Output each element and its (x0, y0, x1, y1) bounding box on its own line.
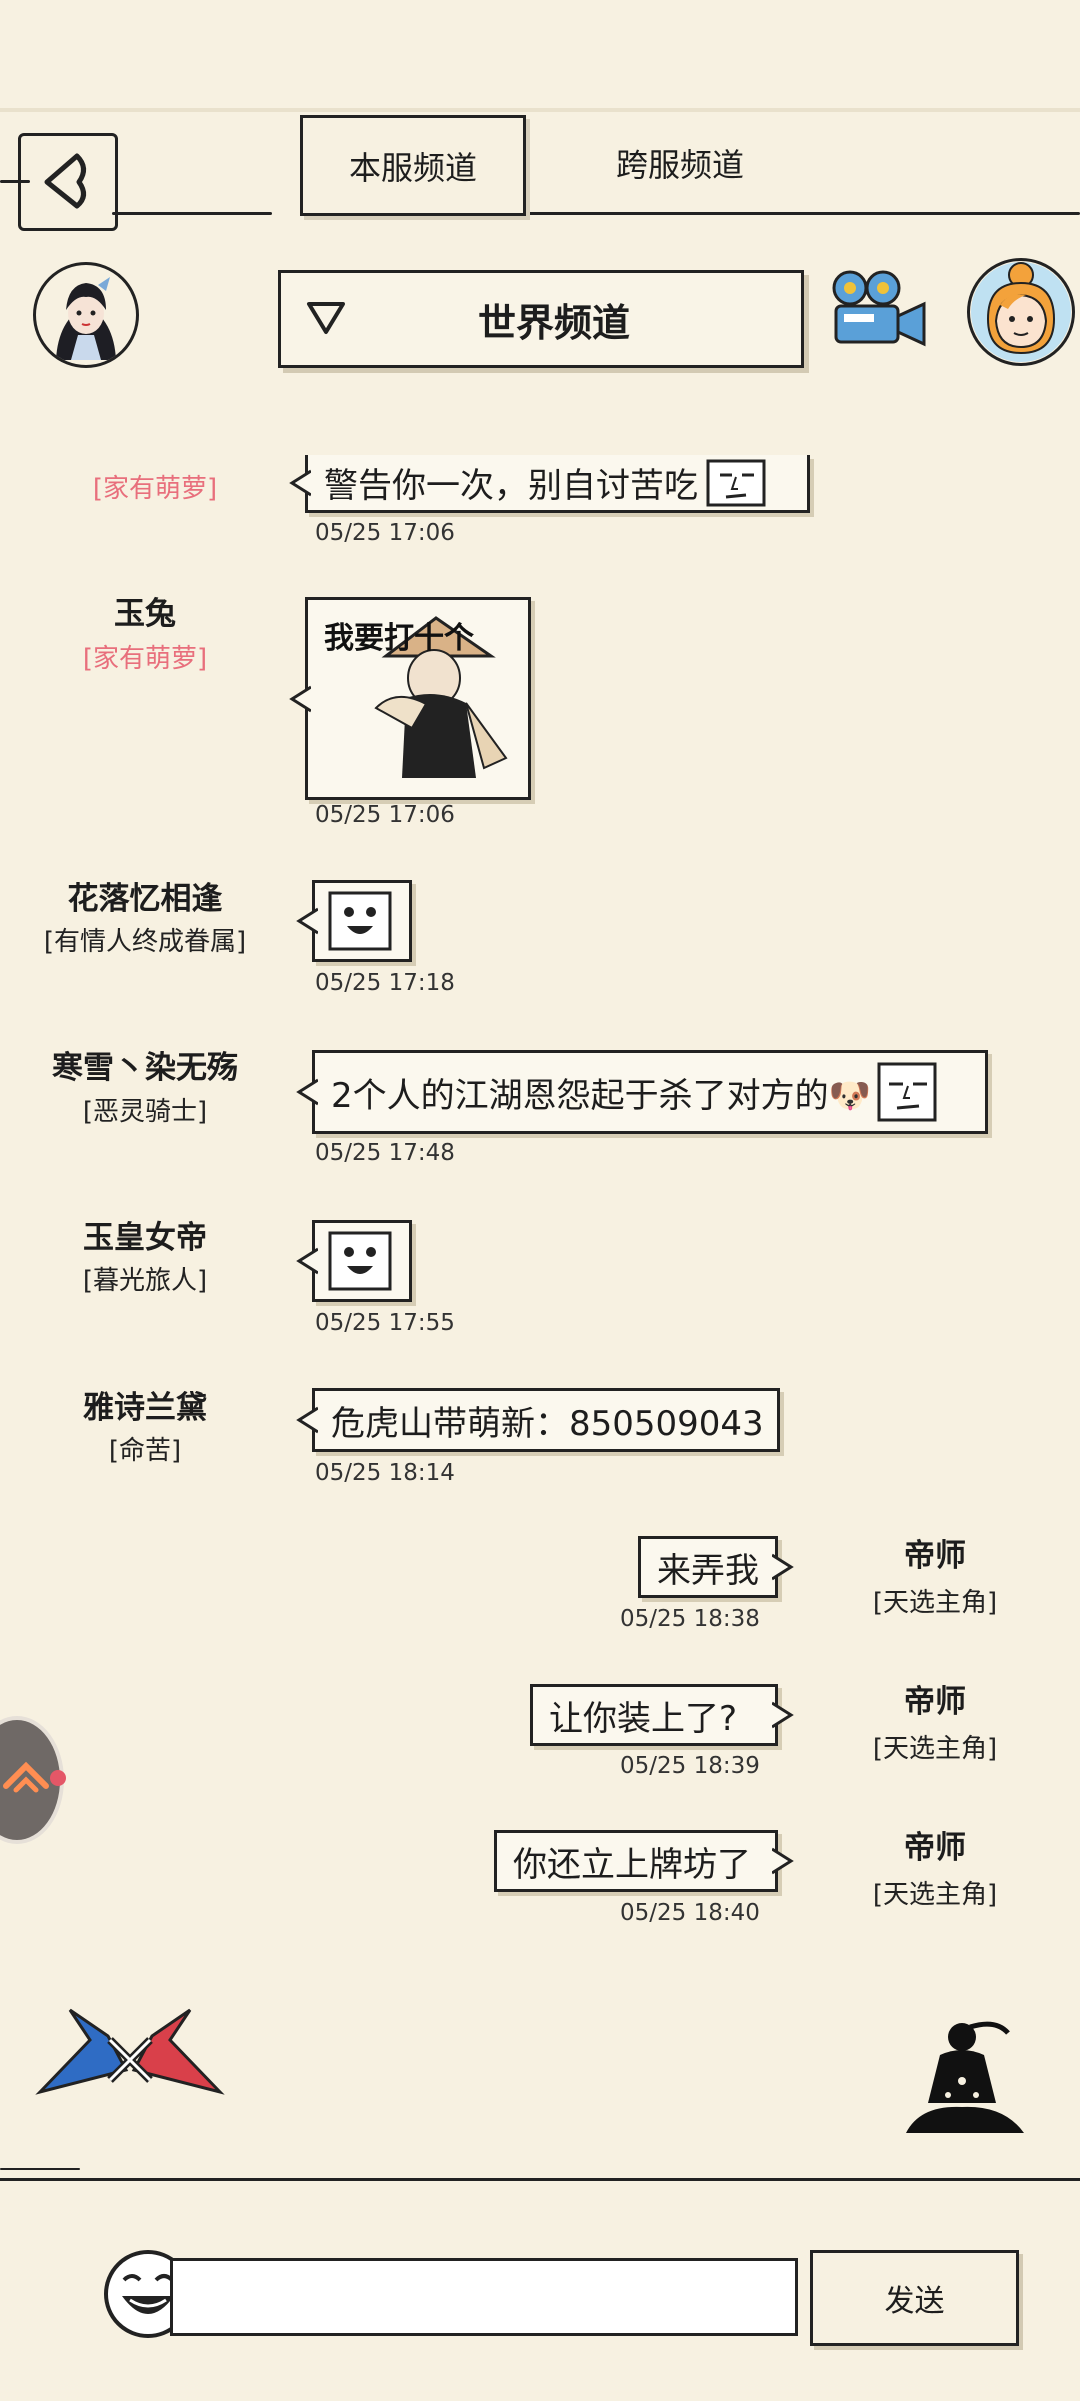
sender-name[interactable]: 寒雪丶染无殇 (25, 1042, 265, 1087)
bubble-tail-icon (289, 685, 311, 712)
bubble-tail-icon (296, 1247, 318, 1275)
bubble-tail-icon (296, 1406, 318, 1434)
message-timestamp: 05/25 18:38 (620, 1606, 760, 1632)
back-button[interactable] (18, 133, 118, 231)
notification-dot (50, 1770, 66, 1786)
channel-title: 世界频道 (477, 300, 630, 345)
composer-rule (0, 2168, 80, 2170)
pvp-battle-icon[interactable] (30, 2000, 230, 2100)
header-rule-left (0, 180, 30, 183)
sender-title: [家有萌萝] (92, 474, 218, 504)
emoji-bubble[interactable] (296, 1220, 412, 1302)
sticker-bubble[interactable]: 我要打十个 (289, 597, 531, 800)
sender-name[interactable]: 玉皇女帝 (25, 1212, 265, 1257)
sender-title: [暮光旅人] (82, 1266, 208, 1296)
message-text: 来弄我 (657, 1550, 759, 1591)
smug-face-icon (877, 1062, 937, 1122)
message-timestamp: 05/25 17:18 (315, 970, 455, 996)
bubble-tail-icon (296, 907, 318, 935)
bubble-tail-icon (296, 1078, 318, 1106)
message-timestamp: 05/25 17:06 (315, 520, 455, 546)
message-timestamp: 05/25 17:55 (315, 1310, 455, 1336)
sender-title: [家有萌萝] (82, 644, 208, 674)
composer-divider (0, 2178, 1080, 2181)
own-message-bubble[interactable]: 让你装上了? (530, 1684, 794, 1746)
smug-face-icon (706, 459, 766, 506)
sender-name[interactable]: 帝师 (815, 1530, 1055, 1575)
sender-name[interactable]: 帝师 (815, 1822, 1055, 1867)
game-menu-icon (3, 1761, 49, 1793)
message-text: 警告你一次，别自讨苦吃 (324, 466, 698, 506)
back-arrow-icon (44, 153, 86, 209)
own-message-bubble[interactable]: 来弄我 (638, 1536, 794, 1598)
message-timestamp: 05/25 17:48 (315, 1140, 455, 1166)
send-button[interactable]: 发送 (810, 2250, 1019, 2346)
video-camera-icon[interactable] (828, 268, 932, 348)
tab-cross-server[interactable]: 跨服频道 (570, 115, 790, 210)
message-bubble[interactable]: 危虎山带萌新：850509043 (296, 1388, 780, 1452)
sender-title: [有情人终成眷属] (43, 927, 247, 957)
message-bubble[interactable]: 警告你一次，别自讨苦吃 (289, 455, 810, 513)
message-text: 2个人的江湖恩怨起于杀了对方的🐶 (331, 1075, 871, 1116)
bubble-tail-icon (772, 1553, 794, 1581)
dropdown-triangle-icon (307, 302, 345, 334)
sender-name[interactable]: 帝师 (815, 1676, 1055, 1721)
sender-title: [恶灵骑士] (82, 1097, 208, 1127)
grin-face-icon (328, 891, 392, 951)
grin-face-icon (328, 1231, 392, 1291)
header-rule-left-lower (112, 212, 272, 215)
chat-input[interactable] (170, 2258, 798, 2336)
assistant-avatar[interactable] (967, 258, 1075, 366)
message-timestamp: 05/25 18:40 (620, 1900, 760, 1926)
channel-selector[interactable]: 世界频道 (278, 270, 804, 368)
bubble-tail-icon (772, 1847, 794, 1875)
sender-name[interactable]: 玉兔 (25, 588, 265, 633)
fighter-sticker-icon: 我要打十个 (324, 616, 508, 778)
sender-title: [命苦] (108, 1436, 182, 1466)
header-rule-right (520, 212, 1080, 215)
sender-title: [天选主角] (872, 1880, 998, 1910)
message-timestamp: 05/25 18:39 (620, 1753, 760, 1779)
message-text: 你还立上牌坊了 (513, 1844, 751, 1885)
message-timestamp: 05/25 18:14 (315, 1460, 455, 1486)
own-message-bubble[interactable]: 你还立上牌坊了 (494, 1830, 794, 1892)
bubble-tail-icon (772, 1701, 794, 1729)
emoji-bubble[interactable] (296, 880, 412, 962)
sender-title: [天选主角] (872, 1588, 998, 1618)
message-text: 让你装上了? (549, 1698, 738, 1739)
sender-name[interactable]: 花落忆相逢 (25, 873, 265, 918)
message-text: 危虎山带萌新：850509043 (331, 1403, 764, 1444)
sticker-caption: 我要打十个 (324, 621, 475, 656)
tab-local-server[interactable]: 本服频道 (300, 115, 526, 216)
sender-title: [天选主角] (872, 1734, 998, 1764)
meditation-figure-icon[interactable] (900, 2015, 1030, 2145)
girl-avatar-icon (56, 277, 116, 360)
top-divider (0, 108, 1080, 112)
player-avatar[interactable] (33, 262, 139, 368)
sender-name[interactable]: 雅诗兰黛 (25, 1382, 265, 1427)
message-timestamp: 05/25 17:06 (315, 802, 455, 828)
bubble-tail-icon (289, 469, 311, 496)
message-bubble[interactable]: 2个人的江湖恩怨起于杀了对方的🐶 (296, 1050, 988, 1134)
helper-girl-icon (971, 262, 1071, 362)
